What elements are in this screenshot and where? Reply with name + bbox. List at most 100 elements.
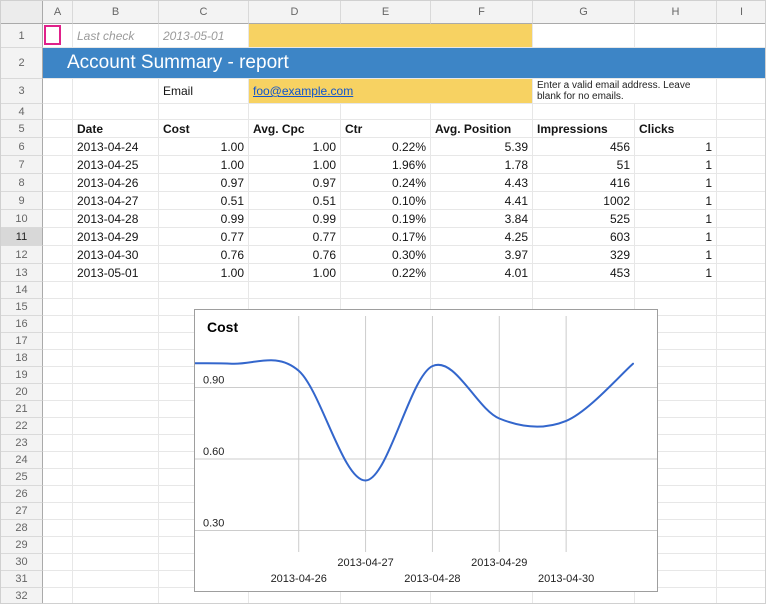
cell-A32[interactable] [43, 588, 73, 604]
last-check-label[interactable]: Last check [73, 24, 159, 48]
cell-E14[interactable] [341, 282, 431, 299]
cell-H9[interactable]: 1 [635, 192, 717, 210]
cell-I12[interactable] [717, 246, 766, 264]
cell-I1[interactable] [717, 24, 766, 48]
table-header-clicks[interactable]: Clicks [635, 120, 717, 138]
cell-G13[interactable]: 453 [533, 264, 635, 282]
cell-I26[interactable] [717, 486, 766, 503]
cell-A28[interactable] [43, 520, 73, 537]
cell-A9[interactable] [43, 192, 73, 210]
cell-I13[interactable] [717, 264, 766, 282]
table-header-avg-cpc[interactable]: Avg. Cpc [249, 120, 341, 138]
cell-A4[interactable] [43, 104, 73, 120]
row-header-9[interactable]: 9 [1, 192, 43, 210]
row-header-4[interactable]: 4 [1, 104, 43, 120]
cell-D7[interactable]: 1.00 [249, 156, 341, 174]
cell-A13[interactable] [43, 264, 73, 282]
table-header-date[interactable]: Date [73, 120, 159, 138]
cell-I31[interactable] [717, 571, 766, 588]
cell-I22[interactable] [717, 418, 766, 435]
cell-I15[interactable] [717, 299, 766, 316]
row-header-27[interactable]: 27 [1, 503, 43, 520]
cell-B26[interactable] [73, 486, 159, 503]
row-header-10[interactable]: 10 [1, 210, 43, 228]
cell-B25[interactable] [73, 469, 159, 486]
row-header-21[interactable]: 21 [1, 401, 43, 418]
embedded-cost-chart[interactable]: Cost 2013-04-262013-04-272013-04-282013-… [194, 309, 658, 592]
cell-I30[interactable] [717, 554, 766, 571]
cell-A22[interactable] [43, 418, 73, 435]
cell-B18[interactable] [73, 350, 159, 367]
cell-A6[interactable] [43, 138, 73, 156]
cell-A8[interactable] [43, 174, 73, 192]
cell-I3[interactable] [717, 79, 766, 104]
cell-B14[interactable] [73, 282, 159, 299]
cell-F11[interactable]: 4.25 [431, 228, 533, 246]
cell-I6[interactable] [717, 138, 766, 156]
cell-F10[interactable]: 3.84 [431, 210, 533, 228]
cell-H1[interactable] [635, 24, 717, 48]
cell-E9[interactable]: 0.10% [341, 192, 431, 210]
row-header-24[interactable]: 24 [1, 452, 43, 469]
column-header-C[interactable]: C [159, 1, 249, 24]
cell-C13[interactable]: 1.00 [159, 264, 249, 282]
cell-B17[interactable] [73, 333, 159, 350]
cell-E4[interactable] [341, 104, 431, 120]
cell-I18[interactable] [717, 350, 766, 367]
cell-B23[interactable] [73, 435, 159, 452]
cell-C14[interactable] [159, 282, 249, 299]
cell-C4[interactable] [159, 104, 249, 120]
cell-I8[interactable] [717, 174, 766, 192]
cell-A7[interactable] [43, 156, 73, 174]
row-header-25[interactable]: 25 [1, 469, 43, 486]
cell-I11[interactable] [717, 228, 766, 246]
cell-F13[interactable]: 4.01 [431, 264, 533, 282]
cell-I17[interactable] [717, 333, 766, 350]
cell-B13[interactable]: 2013-05-01 [73, 264, 159, 282]
row-header-5[interactable]: 5 [1, 120, 43, 138]
cell-H4[interactable] [635, 104, 717, 120]
column-header-B[interactable]: B [73, 1, 159, 24]
cell-C12[interactable]: 0.76 [159, 246, 249, 264]
cell-G14[interactable] [533, 282, 635, 299]
column-header-A[interactable]: A [43, 1, 73, 24]
report-title-banner[interactable]: Account Summary - report [43, 48, 766, 79]
cell-B4[interactable] [73, 104, 159, 120]
cell-I21[interactable] [717, 401, 766, 418]
cell-E8[interactable]: 0.24% [341, 174, 431, 192]
cell-F9[interactable]: 4.41 [431, 192, 533, 210]
column-header-H[interactable]: H [635, 1, 717, 24]
cell-A30[interactable] [43, 554, 73, 571]
row-header-17[interactable]: 17 [1, 333, 43, 350]
cell-E7[interactable]: 1.96% [341, 156, 431, 174]
table-header-impressions[interactable]: Impressions [533, 120, 635, 138]
cell-D8[interactable]: 0.97 [249, 174, 341, 192]
email-input-cell[interactable]: foo@example.com [249, 79, 533, 104]
cell-G11[interactable]: 603 [533, 228, 635, 246]
row-header-15[interactable]: 15 [1, 299, 43, 316]
cell-B15[interactable] [73, 299, 159, 316]
cell-I7[interactable] [717, 156, 766, 174]
cell-C6[interactable]: 1.00 [159, 138, 249, 156]
cell-D9[interactable]: 0.51 [249, 192, 341, 210]
cell-C7[interactable]: 1.00 [159, 156, 249, 174]
row-header-22[interactable]: 22 [1, 418, 43, 435]
cell-G12[interactable]: 329 [533, 246, 635, 264]
cell-I24[interactable] [717, 452, 766, 469]
column-header-D[interactable]: D [249, 1, 341, 24]
cell-A12[interactable] [43, 246, 73, 264]
row-header-30[interactable]: 30 [1, 554, 43, 571]
cell-F7[interactable]: 1.78 [431, 156, 533, 174]
row-header-2[interactable]: 2 [1, 48, 43, 79]
column-header-F[interactable]: F [431, 1, 533, 24]
cell-A31[interactable] [43, 571, 73, 588]
cell-H12[interactable]: 1 [635, 246, 717, 264]
cell-I19[interactable] [717, 367, 766, 384]
cell-B22[interactable] [73, 418, 159, 435]
cell-A29[interactable] [43, 537, 73, 554]
cell-I16[interactable] [717, 316, 766, 333]
table-header-ctr[interactable]: Ctr [341, 120, 431, 138]
cell-H13[interactable]: 1 [635, 264, 717, 282]
cell-D13[interactable]: 1.00 [249, 264, 341, 282]
cell-G9[interactable]: 1002 [533, 192, 635, 210]
